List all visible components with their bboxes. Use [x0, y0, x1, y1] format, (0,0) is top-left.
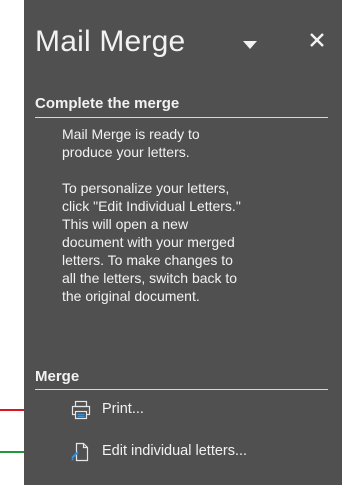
text-line: To personalize your letters,: [62, 180, 230, 196]
printer-icon: [71, 400, 91, 420]
text-line: click "Edit Individual Letters.": [62, 198, 241, 214]
text-line: This will open a new: [62, 216, 189, 232]
print-label: Print...: [102, 401, 144, 417]
text-line: all the letters, switch back to: [62, 270, 238, 286]
screenshot-stage: Mail Merge Complete the merge Mail Merge…: [0, 0, 357, 485]
pane-options-button[interactable]: [242, 38, 258, 50]
print-link[interactable]: Print...: [69, 396, 219, 424]
edit-individual-letters-label: Edit individual letters...: [102, 443, 248, 459]
triangle-down-icon: [243, 41, 257, 49]
text-line: produce your letters.: [62, 144, 190, 160]
close-pane-button[interactable]: [307, 30, 327, 50]
pane-header: Mail Merge: [24, 0, 342, 86]
text-line: Mail Merge is ready to: [62, 126, 200, 142]
document-edit-icon: [71, 442, 89, 462]
complete-merge-heading: Complete the merge: [35, 95, 180, 112]
ready-description: Mail Merge is ready to produce your lett…: [62, 125, 332, 161]
merge-heading: Merge: [35, 368, 80, 385]
section-divider: [35, 117, 328, 118]
text-line: letters. To make changes to: [62, 252, 233, 268]
mail-merge-pane: Mail Merge Complete the merge Mail Merge…: [24, 0, 342, 485]
text-line: the original document.: [62, 288, 200, 304]
close-icon: [310, 33, 324, 47]
text-line: document with your merged: [62, 234, 235, 250]
pane-title: Mail Merge: [35, 25, 186, 58]
personalize-description: To personalize your letters, click "Edit…: [62, 179, 332, 305]
edit-individual-letters-link[interactable]: Edit individual letters...: [69, 438, 341, 466]
section-divider: [35, 389, 328, 390]
